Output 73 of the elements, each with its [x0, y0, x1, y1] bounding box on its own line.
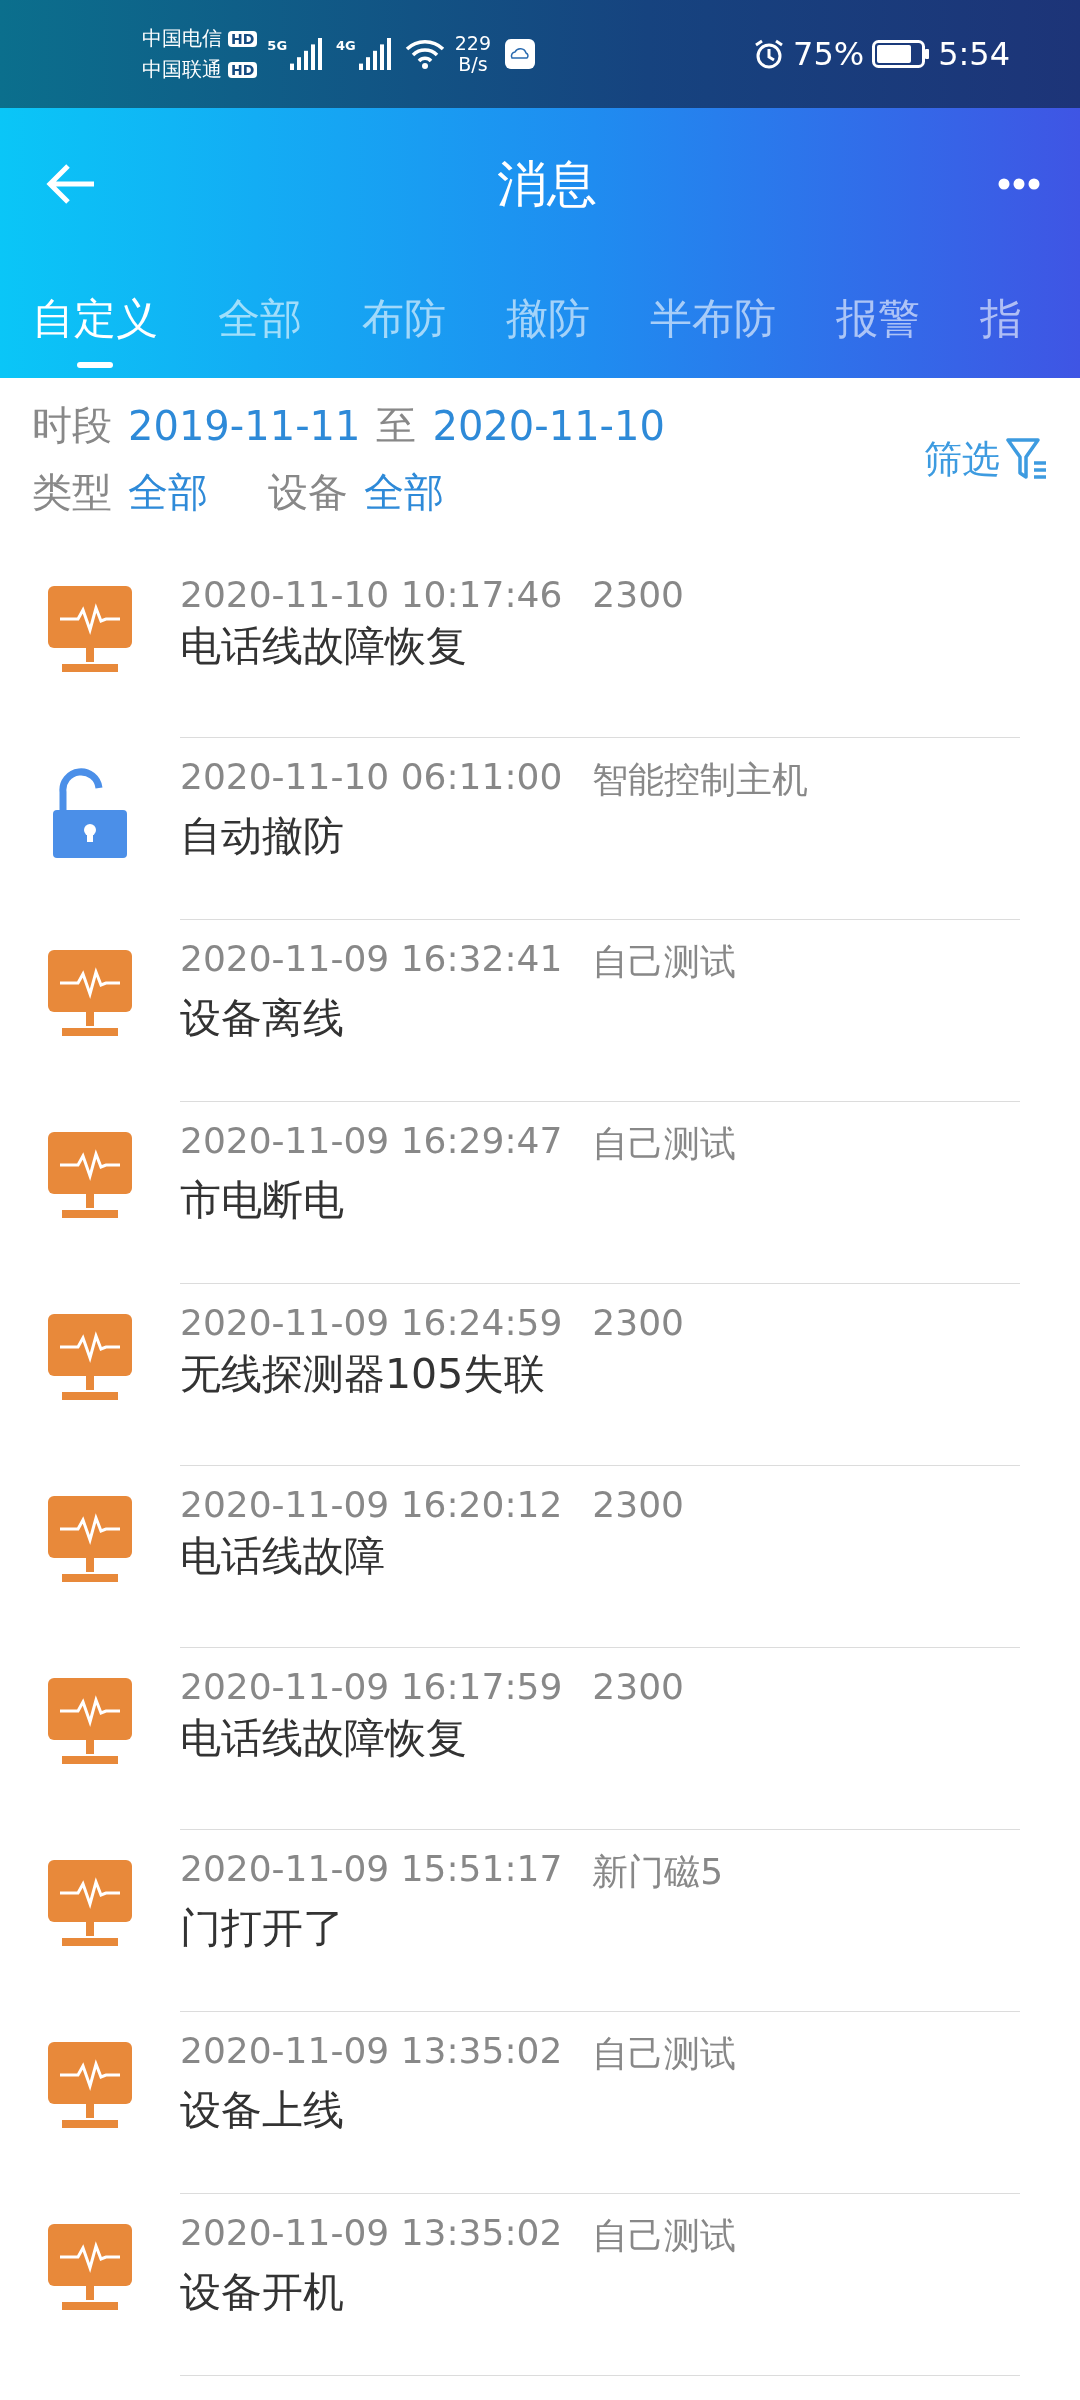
message-time: 2020-11-09 16:24:59 [180, 1302, 563, 1343]
category-tab[interactable]: 自定义 [2, 260, 188, 378]
hd-badge: HD [228, 30, 258, 47]
message-text: 市电断电 [180, 1175, 345, 1226]
message-time: 2020-11-10 10:17:46 [180, 574, 563, 615]
category-tab[interactable]: 撤防 [476, 260, 620, 378]
message-time: 2020-11-09 16:17:59 [180, 1666, 563, 1707]
network-type: 5G [267, 38, 288, 53]
category-tab[interactable]: 半布防 [620, 260, 806, 378]
message-text: 电话线故障恢复 [180, 1713, 468, 1764]
start-date[interactable]: 2019-11-11 [128, 402, 361, 449]
more-options-button[interactable] [998, 178, 1040, 190]
monitor-icon [48, 1132, 132, 1220]
battery-percent: 75% [793, 35, 865, 73]
unlocked-padlock-icon [51, 768, 129, 860]
type-value[interactable]: 全部 [128, 465, 208, 520]
message-text: 设备离线 [180, 993, 345, 1044]
message-source: 2300 [592, 1484, 684, 1525]
message-time: 2020-11-09 13:35:02 [180, 2030, 563, 2073]
message-source: 自己测试 [592, 2214, 737, 2258]
device-label: 设备 [268, 468, 348, 517]
network-speed: 229 [454, 33, 492, 54]
message-text: 自动撤防 [180, 811, 345, 862]
alarm-clock-icon [753, 38, 785, 70]
category-tab[interactable]: 全部 [188, 260, 332, 378]
message-source: 2300 [592, 574, 684, 615]
device-value[interactable]: 全部 [364, 465, 444, 520]
monitor-icon [48, 950, 132, 1038]
message-source: 自己测试 [592, 1122, 737, 1166]
category-tab[interactable]: 布防 [332, 260, 476, 378]
message-time: 2020-11-09 13:35:02 [180, 2212, 563, 2255]
message-text: 无线探测器105失联 [180, 1349, 547, 1400]
message-source: 新门磁5 [592, 1850, 724, 1894]
message-time: 2020-11-09 15:51:17 [180, 1848, 563, 1891]
type-label: 类型 [32, 468, 112, 517]
message-text: 设备开机 [180, 2267, 345, 2318]
message-source: 智能控制主机 [592, 758, 809, 802]
category-tab[interactable]: 报警 [806, 260, 950, 378]
monitor-icon [48, 1314, 132, 1402]
filter-icon [1006, 437, 1048, 481]
network-type: 4G [336, 38, 356, 53]
carrier-name: 中国联通 [142, 56, 222, 83]
monitor-icon [48, 586, 132, 674]
monitor-icon [48, 1496, 132, 1584]
message-time: 2020-11-09 16:29:47 [180, 1120, 563, 1163]
monitor-icon [48, 1678, 132, 1766]
speed-unit: B/s [458, 54, 488, 75]
page-title: 消息 [497, 153, 597, 215]
filter-button[interactable]: 筛选 [924, 433, 1048, 485]
monitor-icon [48, 2224, 132, 2312]
period-label: 时段 [32, 401, 112, 450]
message-source: 2300 [592, 1666, 684, 1707]
battery-icon [872, 40, 931, 68]
message-source: 2300 [592, 1302, 684, 1343]
message-text: 电话线故障恢复 [180, 621, 468, 672]
message-text: 门打开了 [180, 1903, 345, 1954]
message-time: 2020-11-09 16:32:41 [180, 938, 563, 981]
clock-time: 5:54 [938, 35, 1010, 73]
range-separator: 至 [376, 401, 417, 450]
monitor-icon [48, 2042, 132, 2130]
category-tab[interactable]: 指 [950, 260, 1052, 378]
monitor-icon [48, 1860, 132, 1948]
cloud-app-icon [505, 39, 536, 69]
message-time: 2020-11-10 06:11:00 [180, 756, 563, 799]
message-text: 电话线故障 [180, 1531, 386, 1582]
message-source: 自己测试 [592, 2032, 737, 2076]
message-source: 自己测试 [592, 940, 737, 984]
wifi-icon [404, 39, 445, 69]
message-text: 设备上线 [180, 2085, 345, 2136]
message-time: 2020-11-09 16:20:12 [180, 1484, 563, 1525]
end-date[interactable]: 2020-11-10 [432, 402, 665, 449]
carrier-name: 中国电信 [142, 25, 222, 52]
hd-badge: HD [228, 61, 258, 78]
